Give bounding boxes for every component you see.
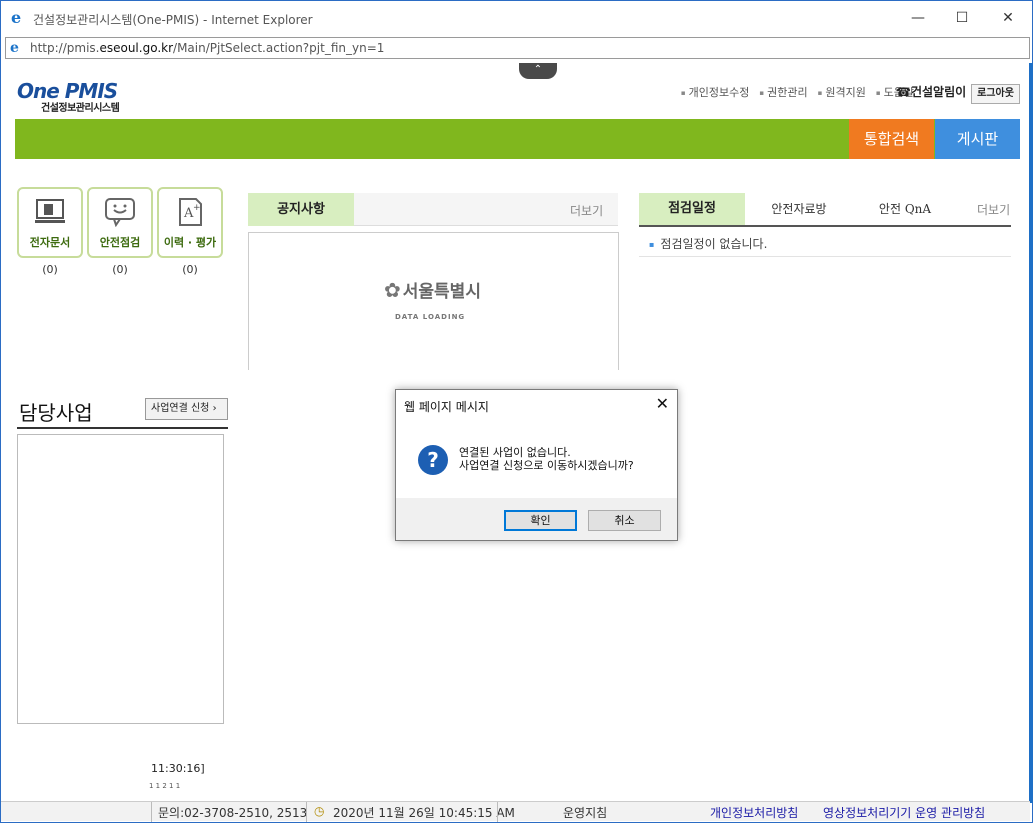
logout-button[interactable]: 로그아웃 bbox=[971, 84, 1020, 104]
quick-history-button[interactable]: A + 이력 · 평가 bbox=[157, 187, 223, 258]
nav-permission[interactable]: 권한관리 bbox=[759, 84, 807, 100]
nav-remote-support[interactable]: 원격지원 bbox=[818, 84, 865, 100]
maximize-button[interactable]: ☐ bbox=[953, 9, 971, 27]
divider bbox=[639, 256, 1011, 257]
project-list bbox=[17, 434, 224, 724]
quick-history-label: 이력 · 평가 bbox=[163, 236, 217, 249]
integrated-search-button[interactable]: 통합검색 bbox=[849, 119, 934, 159]
title-bar: e 건설정보관리시스템(One-PMIS) - Internet Explore… bbox=[1, 1, 1032, 35]
notice-more-link[interactable]: 더보기 bbox=[570, 202, 603, 219]
bell-icon: ☎ bbox=[896, 85, 911, 99]
internet-explorer-icon: e bbox=[11, 8, 22, 27]
project-connect-button[interactable]: 사업연결 신청 › bbox=[145, 398, 228, 420]
tab-safety-library[interactable]: 안전자료방 bbox=[753, 193, 845, 225]
grade-document-icon: A + bbox=[179, 198, 202, 226]
quick-edoc-button[interactable]: 전자문서 bbox=[17, 187, 83, 258]
dialog-footer: 확인 취소 bbox=[396, 498, 677, 540]
cancel-button[interactable]: 취소 bbox=[588, 510, 661, 531]
cctv-policy-link[interactable]: 영상정보처리기기 운영 관리방침 bbox=[823, 804, 985, 821]
address-bar[interactable]: e http://pmis.eseoul.go.kr/Main/PjtSelec… bbox=[5, 37, 1030, 59]
bulletin-board-button[interactable]: 게시판 bbox=[935, 119, 1020, 159]
data-loading-text: DATA LOADING bbox=[395, 313, 466, 321]
window-edge bbox=[1029, 63, 1033, 803]
nav-profile-edit[interactable]: 개인정보수정 bbox=[681, 84, 750, 100]
quick-edoc-count: (0) bbox=[42, 263, 58, 276]
chevron-right-icon: › bbox=[212, 403, 217, 414]
construction-alarm-link[interactable]: ☎건설알림이 bbox=[896, 83, 966, 100]
tab-notice[interactable]: 공지사항 bbox=[248, 193, 354, 226]
divider bbox=[17, 427, 228, 429]
schedule-empty-message: 점검일정이 없습니다. bbox=[649, 235, 767, 252]
speech-bubble-icon bbox=[105, 198, 135, 228]
quick-history-count: (0) bbox=[182, 263, 198, 276]
divider bbox=[151, 802, 152, 822]
schedule-tabs: 점검일정 안전자료방 안전 QnA 더보기 bbox=[639, 193, 1011, 227]
top-nav: 개인정보수정 권한관리 원격지원 도움말 bbox=[681, 84, 914, 100]
chevron-up-icon: ⌃ bbox=[533, 64, 543, 75]
notice-body: ✿ 서울특별시 DATA LOADING bbox=[248, 232, 619, 370]
seoul-symbol-icon: ✿ bbox=[384, 278, 401, 302]
close-icon: ✕ bbox=[655, 394, 669, 413]
current-datetime: 2020년 11월 26일 10:45:15 AM bbox=[333, 806, 515, 820]
quick-safety-label: 안전점검 bbox=[99, 236, 141, 249]
page-icon: e bbox=[10, 40, 19, 56]
dialog-message: 연결된 사업이 없습니다. 사업연결 신청으로 이동하시겠습니까? bbox=[459, 446, 634, 472]
quick-edoc-label: 전자문서 bbox=[29, 236, 71, 249]
divider bbox=[306, 802, 307, 822]
dialog-close-button[interactable]: ✕ bbox=[656, 394, 669, 413]
question-icon: ? bbox=[418, 445, 448, 475]
minimize-button[interactable]: — bbox=[909, 9, 927, 27]
monitor-document-icon bbox=[35, 199, 65, 223]
url-text[interactable]: http://pmis.eseoul.go.kr/Main/PjtSelect.… bbox=[30, 41, 384, 55]
quick-safety-button[interactable]: 안전점검 bbox=[87, 187, 153, 258]
ok-button[interactable]: 확인 bbox=[504, 510, 577, 531]
schedule-more-link[interactable]: 더보기 bbox=[977, 201, 1010, 218]
window-title: 건설정보관리시스템(One-PMIS) - Internet Explorer bbox=[33, 13, 313, 27]
collapse-header-button[interactable]: ⌃ bbox=[519, 63, 557, 79]
seoul-logo: ✿ 서울특별시 bbox=[384, 278, 481, 302]
time-fragment: 11:30:16] bbox=[151, 762, 205, 775]
logo-sub: 건설정보관리시스템 bbox=[41, 103, 120, 114]
quick-safety-count: (0) bbox=[112, 263, 128, 276]
small-fragment: 1 1 2 1 1 bbox=[149, 782, 181, 790]
contact-info: 문의:02-3708-2510, 2513 bbox=[158, 806, 308, 820]
tab-safety-qna[interactable]: 안전 QnA bbox=[859, 193, 951, 225]
dialog-message-line1: 연결된 사업이 없습니다. bbox=[459, 446, 571, 459]
dialog-message-line2: 사업연결 신청으로 이동하시겠습니까? bbox=[459, 459, 634, 472]
dialog-title: 웹 페이지 메시지 bbox=[404, 400, 489, 414]
divider bbox=[497, 802, 498, 822]
my-projects-title: 담당사업 bbox=[19, 401, 93, 425]
one-pmis-logo[interactable]: One PMIS 건설정보관리시스템 bbox=[17, 79, 137, 114]
status-bar: 문의:02-3708-2510, 2513 ◷ 2020년 11월 26일 10… bbox=[1, 801, 1030, 822]
close-window-button[interactable]: ✕ bbox=[999, 9, 1017, 27]
svg-text:+: + bbox=[193, 203, 201, 213]
operation-guide-link[interactable]: 운영지침 bbox=[563, 804, 607, 821]
message-dialog: 웹 페이지 메시지 ✕ ? 연결된 사업이 없습니다. 사업연결 신청으로 이동… bbox=[395, 389, 678, 541]
tab-inspection-schedule[interactable]: 점검일정 bbox=[639, 193, 745, 225]
privacy-policy-link[interactable]: 개인정보처리방침 bbox=[710, 804, 798, 821]
clock-icon: ◷ bbox=[314, 804, 325, 818]
